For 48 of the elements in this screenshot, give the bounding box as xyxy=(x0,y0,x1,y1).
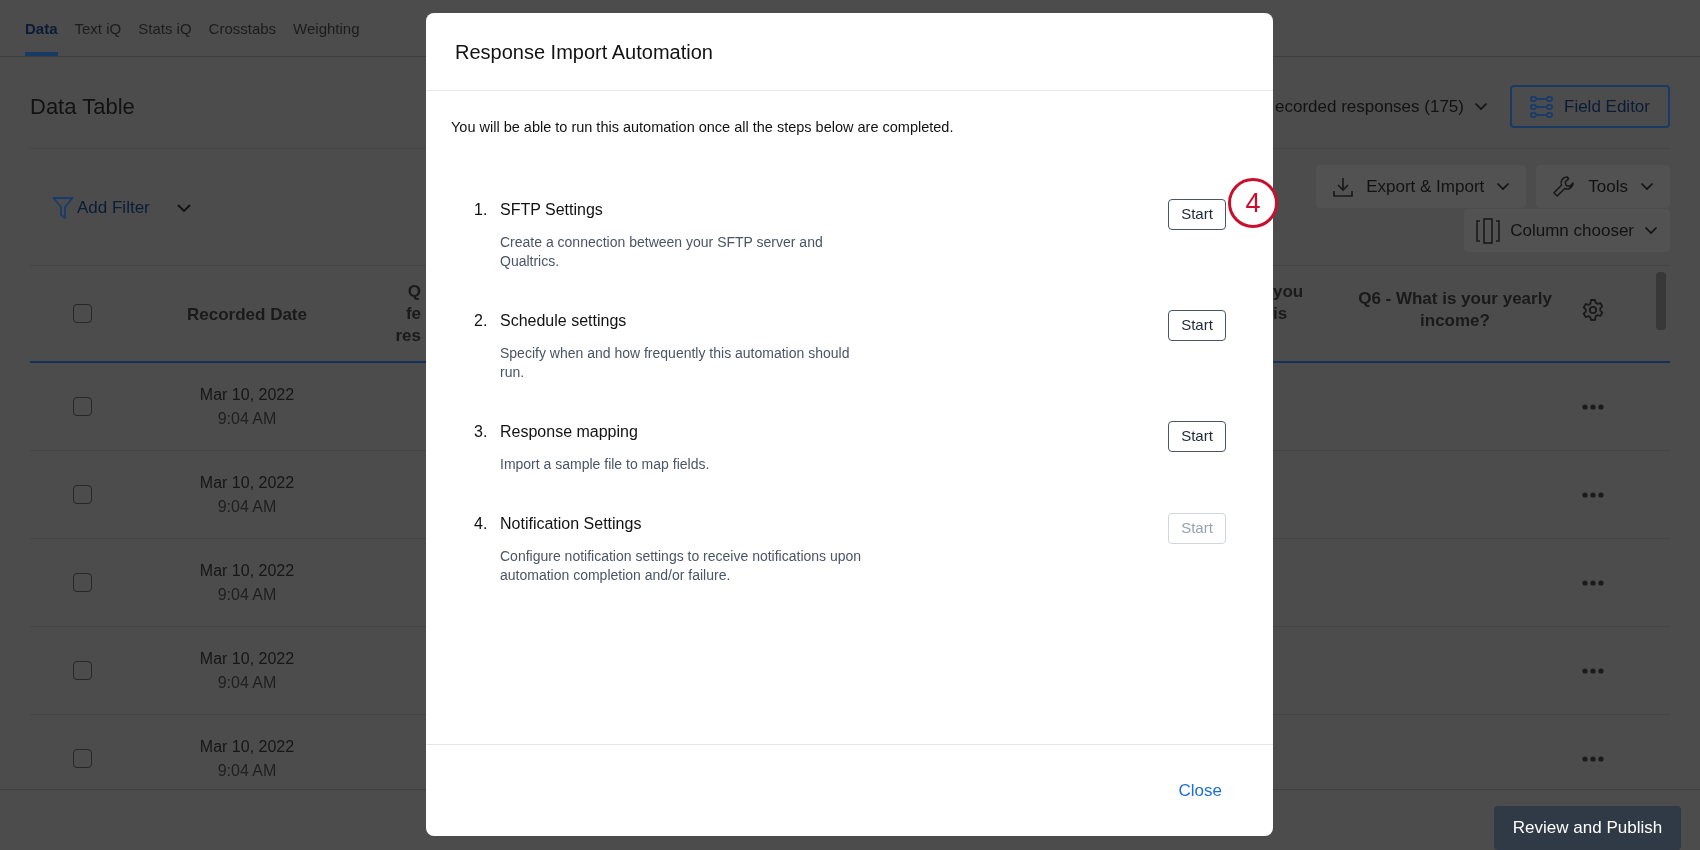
start-button[interactable]: Start xyxy=(1168,310,1226,341)
export-import-button[interactable]: Export & Import xyxy=(1316,165,1527,208)
column-chooser-button[interactable]: Column chooser xyxy=(1464,209,1670,252)
filter-icon xyxy=(52,196,74,220)
checkbox[interactable] xyxy=(73,397,92,416)
wrench-icon xyxy=(1552,174,1577,199)
chevron-down-icon[interactable] xyxy=(175,203,192,213)
checkbox[interactable] xyxy=(73,485,92,504)
intro-text: You will be able to run this automation once all the steps below are completed. xyxy=(451,118,955,137)
modal-title: Response Import Automation xyxy=(455,39,713,65)
tools-button[interactable]: Tools xyxy=(1536,165,1670,208)
step-description: Create a connection between your SFTP server and Qualtrics. xyxy=(500,233,824,271)
step-number: 3. xyxy=(474,422,489,442)
start-button[interactable]: Start xyxy=(1168,421,1226,452)
settings-icon[interactable] xyxy=(1580,297,1605,322)
checkbox[interactable] xyxy=(73,661,92,680)
step-title: Notification Settings xyxy=(500,514,642,534)
field-editor-button[interactable]: Field Editor xyxy=(1510,85,1670,128)
step-number: 1. xyxy=(474,200,489,220)
checkbox[interactable] xyxy=(73,573,92,592)
step-title: Response mapping xyxy=(500,422,638,442)
chevron-down-icon xyxy=(1640,182,1654,191)
more-icon[interactable] xyxy=(1581,667,1604,674)
more-icon[interactable] xyxy=(1581,579,1604,586)
field-editor-icon xyxy=(1530,94,1554,119)
checkbox[interactable] xyxy=(73,749,92,768)
chevron-down-icon xyxy=(1644,226,1658,235)
step-description: Import a sample file to map fields. xyxy=(500,455,711,474)
columns-icon xyxy=(1476,217,1501,244)
close-button[interactable]: Close xyxy=(1178,777,1222,804)
more-icon[interactable] xyxy=(1581,755,1604,762)
start-button[interactable]: Start xyxy=(1168,199,1226,230)
chevron-down-icon xyxy=(1474,102,1488,111)
step-number: 4. xyxy=(474,514,489,534)
page-title: Data Table xyxy=(30,93,135,121)
download-icon xyxy=(1332,175,1355,198)
more-icon[interactable] xyxy=(1581,491,1604,498)
step-number: 2. xyxy=(474,311,489,331)
step-title: SFTP Settings xyxy=(500,200,603,220)
step-description: Configure notification settings to receive notifications upon automation completion and/or failure. xyxy=(500,547,863,585)
step-description: Specify when and how frequently this automation should run. xyxy=(500,344,851,382)
responses-dropdown[interactable]: ecorded responses (175) xyxy=(1275,93,1488,120)
add-filter-button[interactable]: Add Filter xyxy=(52,195,150,221)
more-icon[interactable] xyxy=(1581,403,1604,410)
step-title: Schedule settings xyxy=(500,311,627,331)
tab[interactable]: Data xyxy=(25,17,58,56)
chevron-down-icon xyxy=(1496,182,1511,191)
checkbox[interactable] xyxy=(73,304,92,323)
